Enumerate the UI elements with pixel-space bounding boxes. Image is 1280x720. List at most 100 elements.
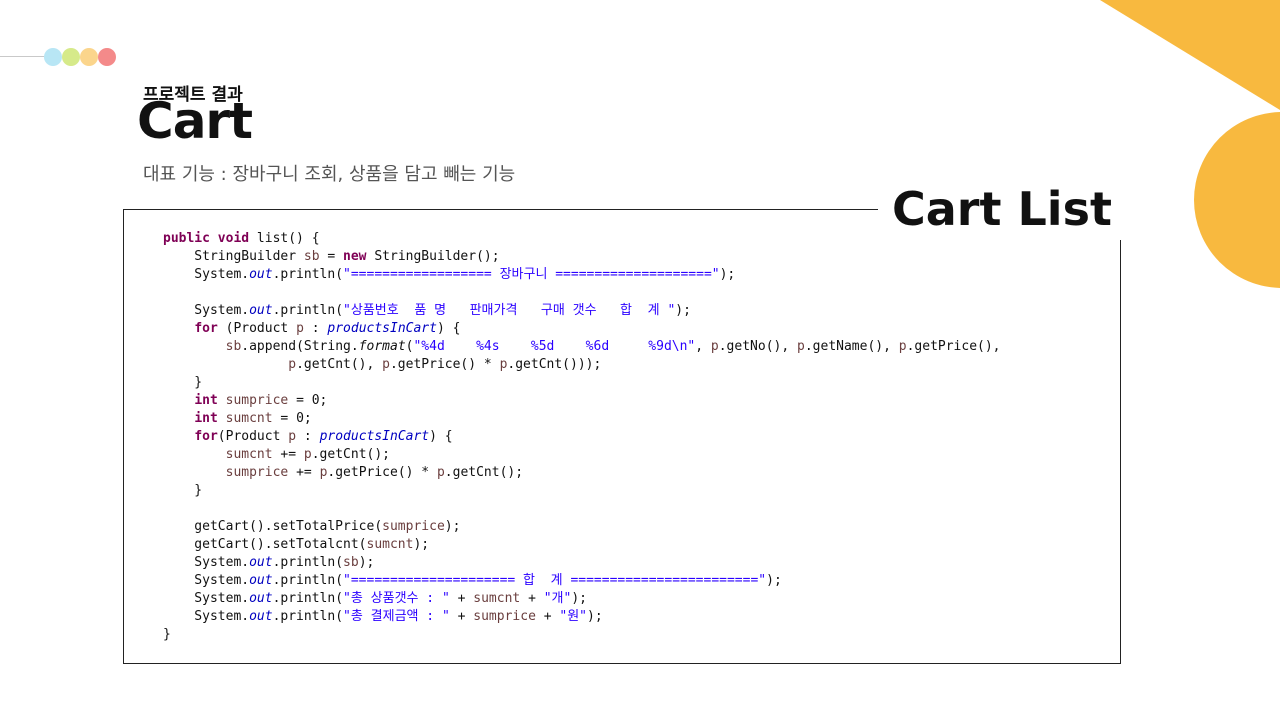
code-token: .println(	[272, 267, 344, 282]
code-line: }	[163, 482, 1001, 500]
code-line: }	[163, 626, 1001, 644]
code-token: "원"	[559, 609, 588, 624]
code-token: System.	[163, 573, 250, 588]
code-token: StringBuilder();	[366, 249, 500, 264]
code-token: out	[249, 573, 273, 588]
code-token: );	[358, 555, 375, 570]
code-token: .println(	[272, 591, 344, 606]
code-token: +	[449, 609, 474, 624]
code-token: .getName(),	[804, 339, 899, 354]
dot-red	[98, 48, 116, 66]
dot-green	[62, 48, 80, 66]
code-token: p	[296, 321, 304, 336]
code-token: );	[413, 537, 430, 552]
code-block: public void list() { StringBuilder sb = …	[163, 230, 1001, 644]
code-line: sb.append(String.format("%4d %4s %5d %6d…	[163, 338, 1001, 356]
code-token: +	[535, 609, 560, 624]
code-token: "%4d %4s %5d %6d %9d\n"	[413, 339, 696, 354]
code-token: "총 결제금액 : "	[343, 609, 450, 624]
code-token: .getCnt(),	[296, 357, 383, 372]
dot-blue	[44, 48, 62, 66]
code-token: public void	[163, 231, 250, 246]
orange-triangle	[1100, 0, 1280, 110]
code-token: +=	[272, 447, 304, 462]
code-token: .getCnt()));	[507, 357, 602, 372]
code-token: );	[766, 573, 782, 588]
code-token: System.	[163, 267, 250, 282]
code-token: .println(	[272, 303, 344, 318]
code-token: StringBuilder	[163, 249, 304, 264]
code-token: }	[163, 375, 203, 390]
code-token: System.	[163, 303, 250, 318]
code-token: );	[719, 267, 736, 282]
code-token: p	[797, 339, 805, 354]
code-token: System.	[163, 591, 250, 606]
code-token: format	[358, 339, 406, 354]
code-token: out	[249, 555, 273, 570]
code-line: for(Product p : productsInCart) {	[163, 428, 1001, 446]
code-token: new	[343, 249, 367, 264]
code-token: sumcnt	[366, 537, 414, 552]
dot-yellow	[80, 48, 98, 66]
code-token: =	[319, 249, 344, 264]
code-token: :	[303, 321, 328, 336]
code-token: System.	[163, 555, 250, 570]
code-line: sumcnt += p.getCnt();	[163, 446, 1001, 464]
code-token: productsInCart	[319, 429, 430, 444]
code-token: getCart().setTotalPrice(	[163, 519, 383, 534]
code-token: p	[898, 339, 907, 354]
decorative-shapes	[1100, 0, 1280, 288]
code-line: for (Product p : productsInCart) {	[163, 320, 1001, 338]
code-token: );	[571, 591, 588, 606]
code-line: System.out.println(sb);	[163, 554, 1001, 572]
code-token: for	[194, 321, 218, 336]
code-token: .getCnt();	[444, 465, 524, 480]
code-token: +	[449, 591, 474, 606]
decorative-dots	[44, 48, 124, 66]
code-token: sumprice	[225, 393, 289, 408]
code-token: p	[710, 339, 719, 354]
code-token: ) {	[436, 321, 461, 336]
code-token: out	[249, 303, 273, 318]
code-token: sumprice	[382, 519, 445, 534]
code-token: sb	[343, 555, 359, 570]
code-token: p	[288, 429, 297, 444]
code-token: "================== 장바구니 ===============…	[343, 267, 720, 282]
code-line: System.out.println("====================…	[163, 572, 1001, 590]
code-line: sumprice += p.getPrice() * p.getCnt();	[163, 464, 1001, 482]
code-token: p	[436, 465, 445, 480]
code-token: ) {	[429, 429, 453, 444]
code-token: "상품번호 품 명 판매가격 구매 갯수 합 계 "	[343, 303, 676, 318]
code-token: out	[249, 267, 273, 282]
code-line: System.out.println("================== 장…	[163, 266, 1001, 284]
code-token: sumcnt	[225, 411, 273, 426]
code-token: p	[382, 357, 390, 372]
code-token: System.	[163, 609, 250, 624]
code-line: p.getCnt(), p.getPrice() * p.getCnt()));	[163, 356, 1001, 374]
slide-description: 대표 기능 : 장바구니 조회, 상품을 담고 빼는 기능	[143, 164, 516, 185]
code-token: .getPrice() *	[327, 465, 437, 480]
slide-title: Cart	[137, 92, 253, 150]
code-token: "===================== 합 계 =============…	[343, 573, 767, 588]
code-token: );	[444, 519, 461, 534]
code-line: getCart().setTotalPrice(sumprice);	[163, 518, 1001, 536]
code-token: +=	[288, 465, 320, 480]
code-token: p	[288, 357, 297, 372]
code-token: list() {	[249, 231, 320, 246]
code-line: public void list() {	[163, 230, 1001, 248]
code-token: = 0;	[272, 411, 312, 426]
code-token: .println(	[272, 609, 344, 624]
code-token: }	[163, 483, 203, 498]
code-token: = 0;	[288, 393, 328, 408]
code-token: .getNo(),	[718, 339, 798, 354]
code-token: int	[194, 393, 218, 408]
code-token: .println(	[272, 555, 344, 570]
code-token: int	[194, 411, 218, 426]
code-token: out	[249, 609, 273, 624]
